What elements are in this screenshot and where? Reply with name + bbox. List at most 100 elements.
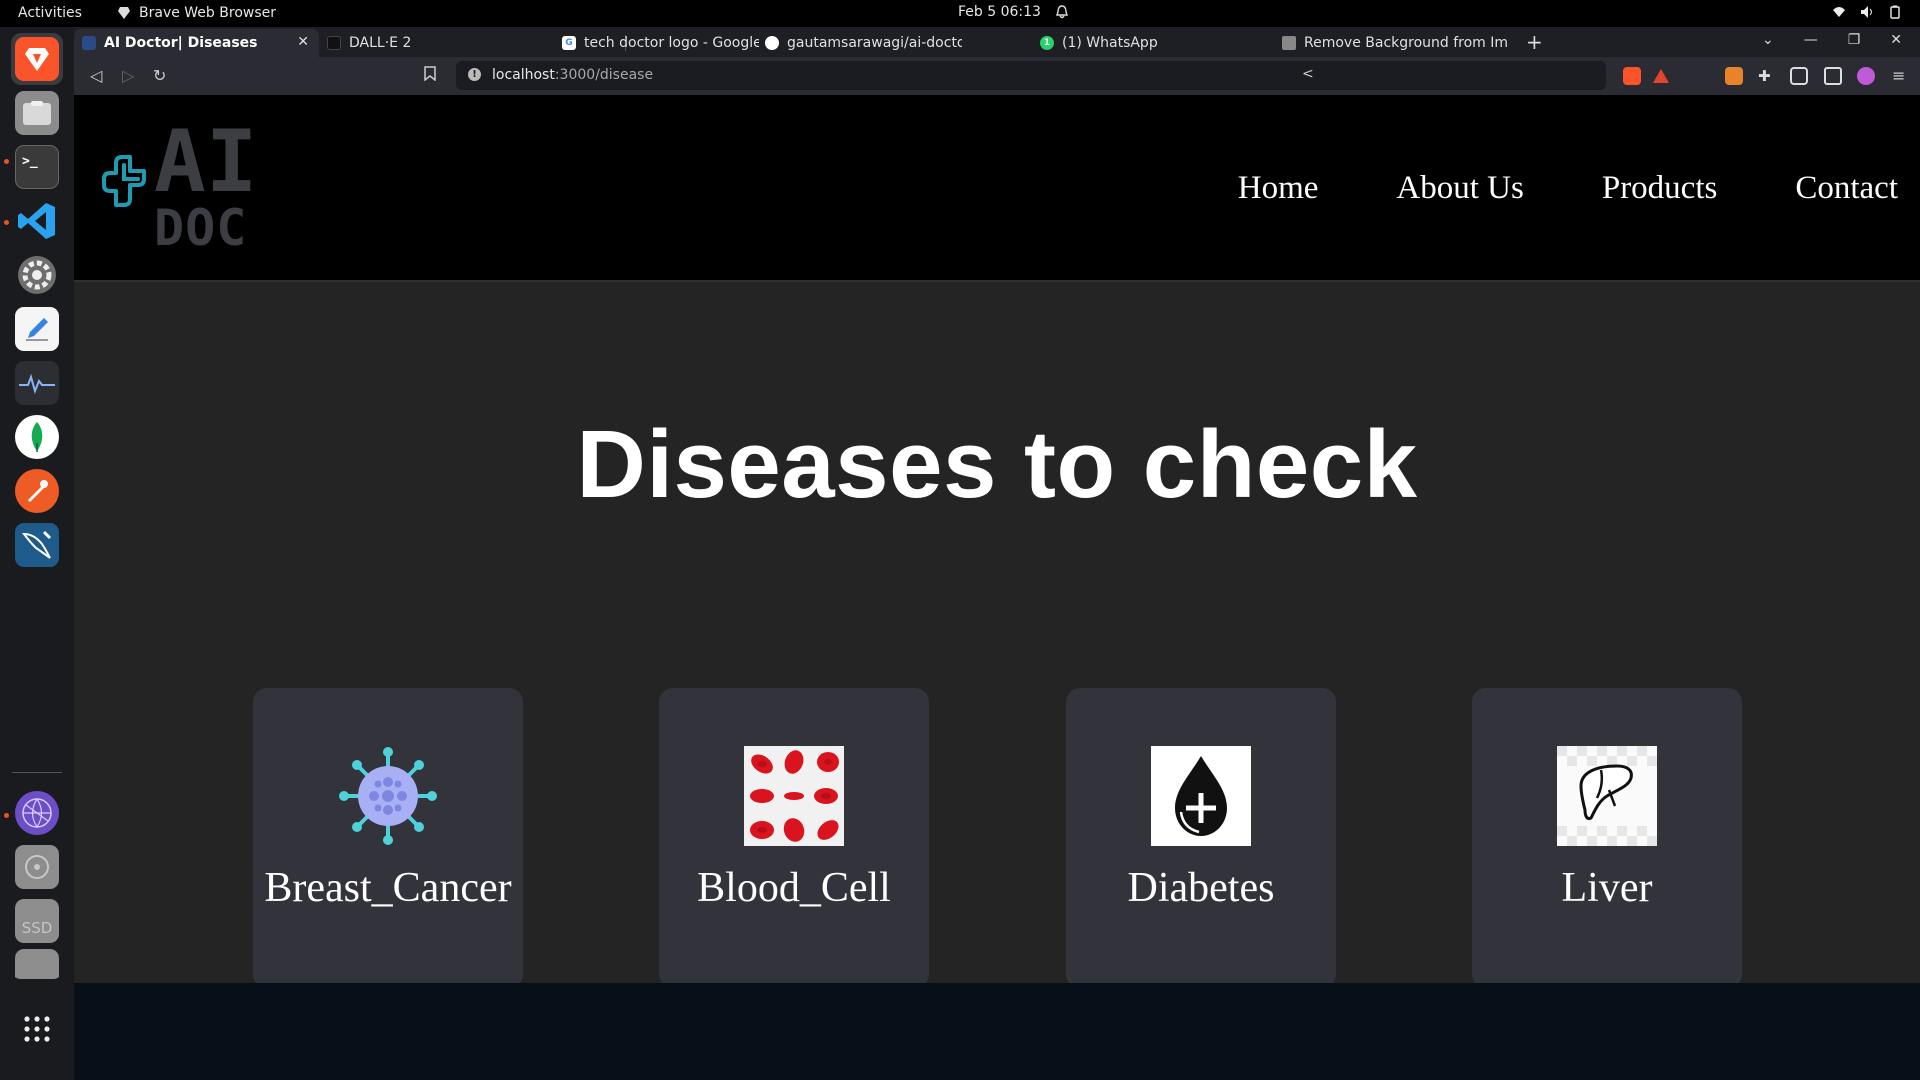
system-top-bar: Activities Brave Web Browser Feb 5 06:13 xyxy=(0,0,1920,27)
tab-search-chevron-icon[interactable]: ⌄ xyxy=(1762,32,1774,48)
browser-toolbar: ◁ ▷ ↻ ! localhost:3000/disease < ✚ ≡ xyxy=(74,57,1920,95)
tab-title: Remove Background from Im xyxy=(1304,35,1509,51)
dock-vscode[interactable] xyxy=(11,195,63,247)
site-info-icon[interactable]: ! xyxy=(468,68,481,81)
drive-icon xyxy=(15,949,59,979)
dock-drive[interactable] xyxy=(11,949,63,979)
virus-icon xyxy=(338,746,438,846)
main-section: Diseases to check Breast_Cancer Blood_Ce… xyxy=(74,284,1920,988)
ai-doctor-favicon xyxy=(82,36,96,50)
tab-strip: AI Doctor| Diseases ✕ DALL·E 2 G tech do… xyxy=(74,27,1920,57)
reload-icon[interactable]: ↻ xyxy=(153,66,166,85)
address-bar[interactable]: ! localhost:3000/disease < xyxy=(456,61,1606,90)
tab-title: tech doctor logo - Google Sea xyxy=(584,35,759,51)
settings-gear-icon xyxy=(15,253,59,297)
dock-mongodb-compass[interactable] xyxy=(11,411,63,463)
blood-drop-plus-icon xyxy=(1151,746,1251,846)
disease-label: Diabetes xyxy=(1127,865,1275,911)
dock-postman[interactable] xyxy=(11,465,63,517)
dock-terminal[interactable]: >_ xyxy=(11,141,63,193)
blood-cells-icon xyxy=(744,746,844,846)
disease-card-liver[interactable]: Liver xyxy=(1472,688,1742,988)
restore-icon[interactable]: ❐ xyxy=(1848,32,1861,48)
liver-icon xyxy=(1557,746,1657,846)
disease-card-diabetes[interactable]: Diabetes xyxy=(1066,688,1336,988)
volume-icon xyxy=(1861,6,1872,18)
dock-disk[interactable] xyxy=(11,841,63,893)
nav-about-us[interactable]: About Us xyxy=(1396,170,1523,207)
mysql-dolphin-icon xyxy=(15,523,59,567)
disease-label: Blood_Cell xyxy=(697,865,891,911)
new-tab-button[interactable]: + xyxy=(1526,30,1543,54)
brave-rewards-icon[interactable] xyxy=(1652,67,1670,85)
disk-icon xyxy=(15,845,59,889)
activities-button[interactable]: Activities xyxy=(18,5,82,21)
window-controls: ⌄ — ❐ ✕ xyxy=(1762,32,1902,48)
disease-label: Breast_Cancer xyxy=(264,865,512,911)
tab-google-search[interactable]: G tech doctor logo - Google Sea xyxy=(554,29,759,57)
running-indicator xyxy=(4,159,9,164)
tab-remove-background[interactable]: Remove Background from Im xyxy=(1274,29,1514,57)
main-nav: Home About Us Products Contact xyxy=(1238,170,1920,207)
app-grid-icon xyxy=(24,1016,50,1042)
system-tray[interactable] xyxy=(1832,5,1902,19)
share-icon[interactable]: < xyxy=(1302,66,1314,82)
terminal-icon: >_ xyxy=(15,145,59,189)
network-globe-icon xyxy=(15,791,59,835)
battery-icon xyxy=(1890,5,1900,19)
ai-doc-logo[interactable]: AI DOC xyxy=(102,112,302,257)
google-favicon: G xyxy=(562,36,576,50)
page-title: Diseases to check xyxy=(576,411,1418,518)
nav-home[interactable]: Home xyxy=(1238,170,1319,207)
disease-label: Liver xyxy=(1561,865,1653,911)
forward-icon[interactable]: ▷ xyxy=(122,66,134,85)
url-path: :3000/disease xyxy=(554,67,654,83)
brave-lion-icon xyxy=(118,7,130,19)
tab-whatsapp[interactable]: 1 (1) WhatsApp xyxy=(1032,29,1237,57)
close-window-icon[interactable]: ✕ xyxy=(1890,32,1902,48)
dock-mysql-workbench[interactable] xyxy=(11,519,63,571)
system-monitor-icon xyxy=(15,361,59,405)
dock-network-app[interactable] xyxy=(11,787,63,839)
mongodb-leaf-icon xyxy=(15,415,59,459)
tab-ai-doctor[interactable]: AI Doctor| Diseases ✕ xyxy=(74,29,319,57)
dock: >_ SSD xyxy=(0,27,74,1080)
wallet-icon[interactable] xyxy=(1824,67,1842,85)
notification-bell-icon xyxy=(1055,5,1068,19)
tab-title: (1) WhatsApp xyxy=(1062,35,1158,51)
tab-github[interactable]: gautamsarawagi/ai-doctor xyxy=(757,29,962,57)
nav-contact[interactable]: Contact xyxy=(1795,170,1898,207)
site-footer xyxy=(74,983,1920,1080)
disease-card-blood-cell[interactable]: Blood_Cell xyxy=(659,688,929,988)
files-icon xyxy=(15,91,59,135)
app-menu[interactable]: Brave Web Browser xyxy=(117,5,276,21)
text-editor-icon xyxy=(15,307,59,351)
web-page: AI DOC Home About Us Products Contact Di… xyxy=(74,95,1920,1080)
minimize-icon[interactable]: — xyxy=(1804,32,1818,48)
extensions-puzzle-icon[interactable]: ✚ xyxy=(1758,67,1776,85)
vscode-icon xyxy=(15,199,59,243)
openai-favicon xyxy=(327,36,341,50)
metamask-fox-icon[interactable] xyxy=(1725,67,1743,85)
dock-system-monitor[interactable] xyxy=(11,357,63,409)
dock-brave-browser[interactable] xyxy=(11,33,63,85)
dock-files[interactable] xyxy=(11,87,63,139)
site-header: AI DOC Home About Us Products Contact xyxy=(74,95,1920,282)
disease-card-breast-cancer[interactable]: Breast_Cancer xyxy=(253,688,523,988)
back-icon[interactable]: ◁ xyxy=(90,66,102,85)
dock-text-editor[interactable] xyxy=(11,303,63,355)
tab-title: AI Doctor| Diseases xyxy=(104,35,258,51)
dock-ssd-drive[interactable]: SSD xyxy=(11,895,63,947)
close-tab-icon[interactable]: ✕ xyxy=(297,34,309,50)
bookmark-icon[interactable] xyxy=(424,66,436,85)
brave-shields-icon[interactable] xyxy=(1623,67,1641,85)
tab-dalle[interactable]: DALL·E 2 xyxy=(319,29,524,57)
dock-settings[interactable] xyxy=(11,249,63,301)
logo-line-2: DOC xyxy=(154,199,247,251)
clock[interactable]: Feb 5 06:13 xyxy=(958,4,1069,20)
show-applications-button[interactable] xyxy=(11,1003,63,1055)
sidebar-toggle-icon[interactable] xyxy=(1790,67,1808,85)
profile-avatar[interactable] xyxy=(1857,67,1875,85)
nav-products[interactable]: Products xyxy=(1602,170,1718,207)
menu-icon[interactable]: ≡ xyxy=(1892,66,1905,85)
